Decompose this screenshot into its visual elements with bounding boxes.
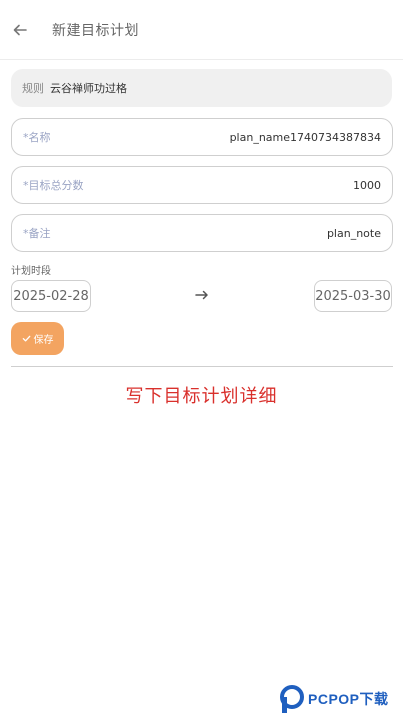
check-icon <box>22 335 30 342</box>
total-score-field[interactable]: *目标总分数 1000 <box>11 166 393 204</box>
rule-label: 规则 <box>22 82 44 95</box>
back-button[interactable] <box>0 10 40 50</box>
arrow-left-icon <box>13 24 27 35</box>
divider <box>11 366 393 367</box>
start-date-picker[interactable]: 2025-02-28 <box>11 280 91 312</box>
watermark-text: PCPOP下载 <box>308 691 389 707</box>
page-title: 新建目标计划 <box>52 22 139 39</box>
pcpop-logo-icon <box>280 685 304 713</box>
total-score-field-label: *目标总分数 <box>23 179 84 192</box>
name-field-label: *名称 <box>23 131 51 144</box>
total-score-field-value[interactable]: 1000 <box>353 179 381 192</box>
save-button-label: 保存 <box>33 335 54 346</box>
arrow-right-icon <box>193 288 211 302</box>
note-field[interactable]: *备注 plan_note <box>11 214 393 252</box>
name-field-value[interactable]: plan_name1740734387834 <box>230 131 381 144</box>
rule-value: 云谷禅师功过格 <box>50 82 127 95</box>
note-field-value[interactable]: plan_note <box>327 227 381 240</box>
name-field[interactable]: *名称 plan_name1740734387834 <box>11 118 393 156</box>
save-button[interactable]: 保存 <box>11 322 64 355</box>
note-field-label: *备注 <box>23 227 51 240</box>
watermark-logo: PCPOP下载 <box>279 684 389 714</box>
rule-display: 规则 云谷禅师功过格 <box>11 69 392 107</box>
promo-caption: 写下目标计划详细 <box>125 386 278 407</box>
period-label: 计划时段 <box>11 266 51 277</box>
app-header: 新建目标计划 <box>0 0 403 60</box>
end-date-picker[interactable]: 2025-03-30 <box>314 280 392 312</box>
